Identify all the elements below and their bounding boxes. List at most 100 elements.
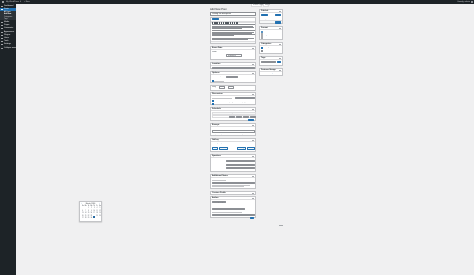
speaker-email-input[interactable] [226,167,255,170]
howdy-user-link[interactable]: Howdy, admin [457,1,470,3]
footer-publish-button[interactable]: Publish [250,216,254,219]
chevron-down-icon[interactable] [252,72,254,74]
repeater-day-input[interactable] [229,116,235,119]
notes-input[interactable] [212,181,255,184]
editor-content-area[interactable] [211,23,255,42]
chevron-down-icon[interactable] [279,43,281,45]
trackbacks-input-2[interactable] [212,214,255,217]
set-featured-image-link[interactable]: Set featured image [261,73,274,76]
discussion-metabox: Discussion Allow comments Allow trackbac… [210,92,256,105]
speaker-role-input[interactable] [226,163,255,166]
tags-input[interactable] [261,61,276,64]
speaker-role-label: Role [212,163,216,165]
metabox-header[interactable]: Excerpt [211,124,255,127]
repeater-start-input[interactable] [236,116,242,119]
metabox-header[interactable]: Location [211,63,255,66]
chevron-down-icon[interactable] [279,27,281,29]
avatar[interactable] [470,0,473,4]
author-metabox: Author admin (admin) Send Trackbacks Pub… [210,196,256,219]
post-title-input[interactable]: Testing the datepicker [210,12,256,16]
metabox-header[interactable]: Publish [260,10,282,13]
format-metabox: Format Standard Aside Image Video [259,26,283,40]
option-label [214,80,225,82]
event-date-input[interactable]: 2016-03-24 [226,53,242,57]
speaker-name-label: Name [212,160,217,161]
move-to-trash-link[interactable]: Move to Trash [261,21,270,24]
page-title: Add New Post [210,8,227,11]
site-name-link[interactable]: My WordPress [6,1,19,3]
new-content-link[interactable]: + New [24,1,30,3]
featured-image-metabox: Featured Image Set featured image [259,68,283,76]
resize-handle[interactable] [279,225,283,227]
chevron-down-icon[interactable] [252,175,254,177]
add-tag-button[interactable]: Add [277,61,281,64]
chevron-down-icon[interactable] [252,155,254,157]
chevron-down-icon[interactable] [279,69,281,71]
metabox-header[interactable]: Event Date [211,47,255,50]
metabox-header[interactable]: Tags [260,57,282,60]
comments-count[interactable]: 0 [20,1,21,3]
chevron-down-icon[interactable] [252,93,254,95]
slug-input-2[interactable] [228,86,234,89]
chevron-down-icon[interactable] [252,63,254,65]
datepicker-popup: ‹ March 2016 › Su Mo Tu We Th Fr Sa 1 2 3 4 5 6 7 8 9 10… [79,201,102,222]
chevron-down-icon[interactable] [252,108,254,110]
metabox-header[interactable]: Schedule [211,108,255,111]
menu-settings[interactable]: Settings [0,43,16,46]
chevron-down-icon[interactable] [279,57,281,59]
metabox-header[interactable]: Additional Notes [211,175,255,178]
gallery-button-2[interactable]: Bulk actions [219,147,228,150]
admin-bar: My WordPress 0 + New Howdy, admin [0,0,474,4]
chevron-down-icon[interactable] [252,47,254,49]
chevron-down-icon[interactable] [252,197,254,199]
datepicker-next-button[interactable]: › [99,203,100,205]
metabox-header[interactable]: Format [260,27,282,30]
screen-options-button[interactable]: Screen Options ▾ [251,4,266,7]
options-select[interactable] [226,75,238,78]
submenu-tags[interactable]: Tags [4,18,8,20]
gallery-button-3[interactable]: Add to gallery [237,147,246,150]
gallery-button-1[interactable]: Add to gallery [212,147,218,150]
posts-submenu: All Posts Add New Categories Tags [0,11,16,20]
chevron-down-icon[interactable] [252,139,254,141]
categories-metabox: Categories Uncategorized News [259,42,283,54]
slug-input[interactable] [219,86,225,89]
venue-input[interactable] [212,66,255,70]
metabox-header[interactable]: Custom Fields [211,192,255,195]
repeater-row [212,114,256,119]
excerpt-textarea[interactable] [212,130,255,133]
metabox-header[interactable]: Gallery [211,139,255,142]
publish-button[interactable]: Publish [275,21,281,24]
chevron-down-icon[interactable] [252,192,254,194]
menu-comments[interactable]: Comments [0,27,16,30]
preview-button[interactable]: Preview [275,13,281,16]
speaker-name-input[interactable] [226,160,255,163]
metabox-header[interactable]: Speakers [211,155,255,158]
gallery-metabox: Gallery Add to gallery Add to gallery Bu… [210,138,256,152]
allow-pings-label: Allow trackbacks and pingbacks on this p… [214,102,247,104]
gallery-button-4[interactable]: Bulk actions [247,147,255,150]
wordpress-logo-icon[interactable] [1,0,5,4]
discussion-input[interactable] [235,96,255,99]
save-draft-button[interactable]: Save Draft [261,13,268,16]
repeater-end-input[interactable] [243,116,249,119]
metabox-header[interactable]: Author [211,197,255,200]
trackbacks-input[interactable] [212,208,245,211]
chevron-down-icon[interactable] [279,10,281,12]
author-select[interactable]: admin (admin) [212,201,226,204]
comment-icon [1,27,3,30]
help-button[interactable]: Help ▾ [263,4,270,7]
gallery-link[interactable]: Add to gallery [212,143,222,146]
metabox-header[interactable]: Options [211,72,255,75]
chevron-down-icon[interactable] [252,124,254,126]
datepicker-day[interactable]: 26 [99,216,102,218]
metabox-header[interactable]: Discussion [211,93,255,96]
speakers-metabox: Speakers Name Role Email [210,154,256,172]
metabox-header[interactable]: Categories [260,43,282,46]
event-date-metabox: Event Date Date 2016-03-24 [210,46,256,60]
metabox-header[interactable]: Featured Image [260,69,282,72]
datepicker-day[interactable]: 31 [93,218,96,220]
add-row-button[interactable]: Add Row [248,119,254,122]
excerpt-metabox: Excerpt Excerpts are optional hand-craft… [210,123,256,136]
menu-collapse[interactable]: Collapse menu [0,47,17,50]
